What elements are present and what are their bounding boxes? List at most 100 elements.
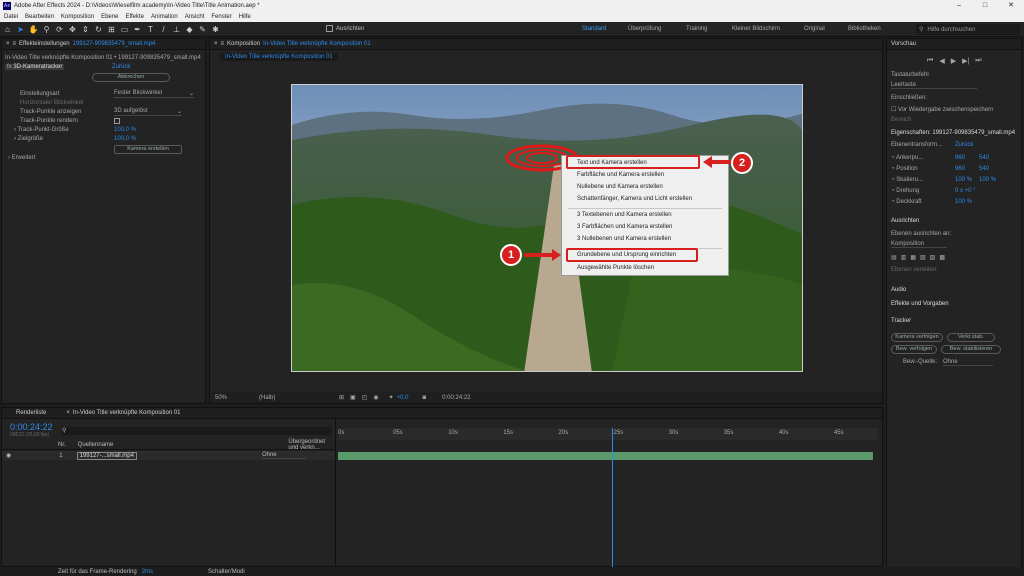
track-camera-button[interactable]: Kamera verfolgen xyxy=(891,333,943,342)
snapshot-icon[interactable]: ◙ xyxy=(423,395,427,401)
home-icon[interactable]: ⌂ xyxy=(2,24,13,35)
fx-toggle-icon[interactable]: fx xyxy=(7,64,12,70)
exposure-icon[interactable]: ✦ xyxy=(389,394,394,401)
zoom-tool-icon[interactable]: ⚲ xyxy=(41,24,52,35)
align-header[interactable]: Ausrichten xyxy=(891,218,919,224)
menu-1[interactable]: Bearbeiten xyxy=(25,14,54,20)
hand-tool-icon[interactable]: ✋ xyxy=(28,24,39,35)
properties-header[interactable]: Eigenschaften: 199127-909835479_small.mp… xyxy=(891,130,1015,136)
effects-tab[interactable]: × ≡ Effekteinstellungen 199127-909835479… xyxy=(2,39,205,50)
puppet-tool-icon[interactable]: ✱ xyxy=(210,24,221,35)
tracker-header[interactable]: Tracker xyxy=(891,318,911,324)
fx-reset-link[interactable]: Zurück xyxy=(112,64,130,70)
preview-header[interactable]: Vorschau xyxy=(887,39,1021,50)
rotate-tool-icon[interactable]: ↻ xyxy=(93,24,104,35)
layer-row[interactable]: ◉ 1 199127-...small.mp4 Ohne xyxy=(2,451,335,460)
layer-parent-select[interactable]: Ohne xyxy=(261,452,306,459)
comp-timeline-tab[interactable]: In-Video Title verknüpfte Komposition 01 xyxy=(73,410,181,416)
dolly-tool-icon[interactable]: ⇕ xyxy=(80,24,91,35)
timeline-timecode[interactable]: 0:00:24:22 xyxy=(10,422,53,432)
zoom-select[interactable]: 50% xyxy=(215,395,245,401)
menu-item-shadow-camera-light[interactable]: Schattenfänger, Kamera und Licht erstell… xyxy=(577,196,692,202)
workspace-review[interactable]: Überprüfung xyxy=(628,26,661,32)
render-queue-tab[interactable]: Renderliste xyxy=(16,410,46,416)
menu-5[interactable]: Animation xyxy=(151,14,178,20)
align-target-select[interactable]: Komposition xyxy=(891,241,947,248)
target-size-value[interactable]: 100,0 % xyxy=(114,136,136,142)
close-tab-icon[interactable]: × xyxy=(214,41,218,47)
time-ruler[interactable]: 0s 05s 10s 15s 20s 25s 30s 35s 40s 45s xyxy=(338,428,878,440)
menu-3[interactable]: Ebene xyxy=(101,14,118,20)
quality-select[interactable]: (Halb) xyxy=(259,395,299,401)
show-track-points-select[interactable]: 3D aufgelöst ⌄ xyxy=(114,108,182,116)
menu-2[interactable]: Komposition xyxy=(61,14,94,20)
menu-7[interactable]: Fenster xyxy=(211,14,231,20)
menu-0[interactable]: Datei xyxy=(4,14,18,20)
minimize-icon[interactable]: – xyxy=(946,0,972,12)
close-icon[interactable]: ✕ xyxy=(998,0,1024,12)
stabilize-motion-button[interactable]: Bew. stabilisieren xyxy=(941,345,1001,354)
create-camera-button[interactable]: Kamera erstellen xyxy=(114,145,182,154)
close-tab-icon[interactable]: × xyxy=(66,410,70,416)
align-buttons[interactable]: ▤▥▦▧▨▩ xyxy=(891,254,949,261)
property-value-2[interactable]: 100 % xyxy=(979,177,996,183)
property-value-1[interactable]: 100 % xyxy=(955,199,972,205)
next-frame-icon[interactable]: ▶| xyxy=(962,57,969,65)
first-frame-icon[interactable]: ⏮ xyxy=(927,57,933,65)
workspace-original[interactable]: Original xyxy=(804,26,825,32)
workspace-standard[interactable]: Standard xyxy=(582,26,606,32)
lock-icon[interactable]: ≡ xyxy=(13,41,17,47)
maximize-icon[interactable]: □ xyxy=(972,0,998,12)
analyze-cancel-button[interactable]: Abbrechen xyxy=(92,73,170,82)
warp-stabilizer-button[interactable]: Verkr.stab. xyxy=(947,333,995,342)
help-search-input[interactable]: ⚲ Hilfe durchsuchen xyxy=(916,24,1020,35)
transform-reset-link[interactable]: Zurück xyxy=(955,142,973,148)
menu-item-3-solids-camera[interactable]: 3 Farbflächen und Kamera erstellen xyxy=(577,224,672,230)
menu-item-3-text-camera[interactable]: 3 Textebenen und Kamera erstellen xyxy=(577,212,672,218)
property-value-2[interactable]: 540 xyxy=(979,155,989,161)
shot-type-select[interactable]: Fester Blickwinkel ⌄ xyxy=(114,90,194,98)
track-motion-button[interactable]: Bew. verfolgen xyxy=(891,345,937,354)
fx-name-row[interactable]: fx 3D-Kameratracker xyxy=(5,64,65,70)
pen-tool-icon[interactable]: ✒ xyxy=(132,24,143,35)
composition-tab[interactable]: × ≡ Komposition In-Video Title verknüpft… xyxy=(210,39,882,50)
anchor-tool-icon[interactable]: ⊞ xyxy=(106,24,117,35)
close-tab-icon[interactable]: × xyxy=(6,41,10,47)
menu-item-null-camera[interactable]: Nullebene und Kamera erstellen xyxy=(577,184,663,190)
property-value-1[interactable]: 960 xyxy=(955,166,965,172)
grid-icon[interactable]: ⊞ xyxy=(339,394,344,401)
menu-item-3-nulls-camera[interactable]: 3 Nullebenen und Kamera erstellen xyxy=(577,236,671,242)
text-tool-icon[interactable]: T xyxy=(145,24,156,35)
eraser-tool-icon[interactable]: ◆ xyxy=(184,24,195,35)
play-icon[interactable]: ▶ xyxy=(951,57,956,65)
timeline-search-input[interactable]: ⚲ xyxy=(62,427,332,435)
last-frame-icon[interactable]: ⏭ xyxy=(975,57,981,65)
rectangle-tool-icon[interactable]: ▭ xyxy=(119,24,130,35)
menu-item-delete-points[interactable]: Ausgewählte Punkte löschen xyxy=(577,265,654,271)
motion-source-select[interactable]: Ohne xyxy=(943,359,993,366)
channel-icon[interactable]: ◉ xyxy=(373,394,378,401)
switches-modes-toggle[interactable]: Schalter/Modi xyxy=(208,569,245,575)
3d-view-icon[interactable]: ◰ xyxy=(362,394,368,401)
menu-6[interactable]: Ansicht xyxy=(185,14,205,20)
visibility-icon[interactable]: ◉ xyxy=(6,452,11,459)
render-track-points-checkbox[interactable] xyxy=(114,118,120,124)
menu-item-solid-camera[interactable]: Farbfläche und Kamera erstellen xyxy=(577,172,664,178)
advanced-row[interactable]: › Erweitert xyxy=(8,155,35,161)
roto-tool-icon[interactable]: ✎ xyxy=(197,24,208,35)
mask-icon[interactable]: ▣ xyxy=(350,394,356,401)
layer-name[interactable]: 199127-...small.mp4 xyxy=(76,451,137,460)
effects-presets-header[interactable]: Effekte und Vorgaben xyxy=(891,301,949,307)
property-value-1[interactable]: 100 % xyxy=(955,177,972,183)
brush-tool-icon[interactable]: / xyxy=(158,24,169,35)
workspace-small-screen[interactable]: Kleiner Bildschirm xyxy=(732,26,780,32)
audio-header[interactable]: Audio xyxy=(891,287,906,293)
menu-4[interactable]: Effekte xyxy=(125,14,144,20)
align-checkbox[interactable]: Ausrichten xyxy=(326,25,364,32)
cache-checkbox[interactable]: ☐ Vor Wiedergabe zwischenspeichern xyxy=(891,106,993,113)
prev-frame-icon[interactable]: ◀ xyxy=(939,57,944,65)
layer-bar[interactable] xyxy=(338,452,873,460)
playhead[interactable] xyxy=(612,428,614,568)
workspace-training[interactable]: Training xyxy=(686,26,707,32)
lock-icon[interactable]: ≡ xyxy=(221,41,225,47)
